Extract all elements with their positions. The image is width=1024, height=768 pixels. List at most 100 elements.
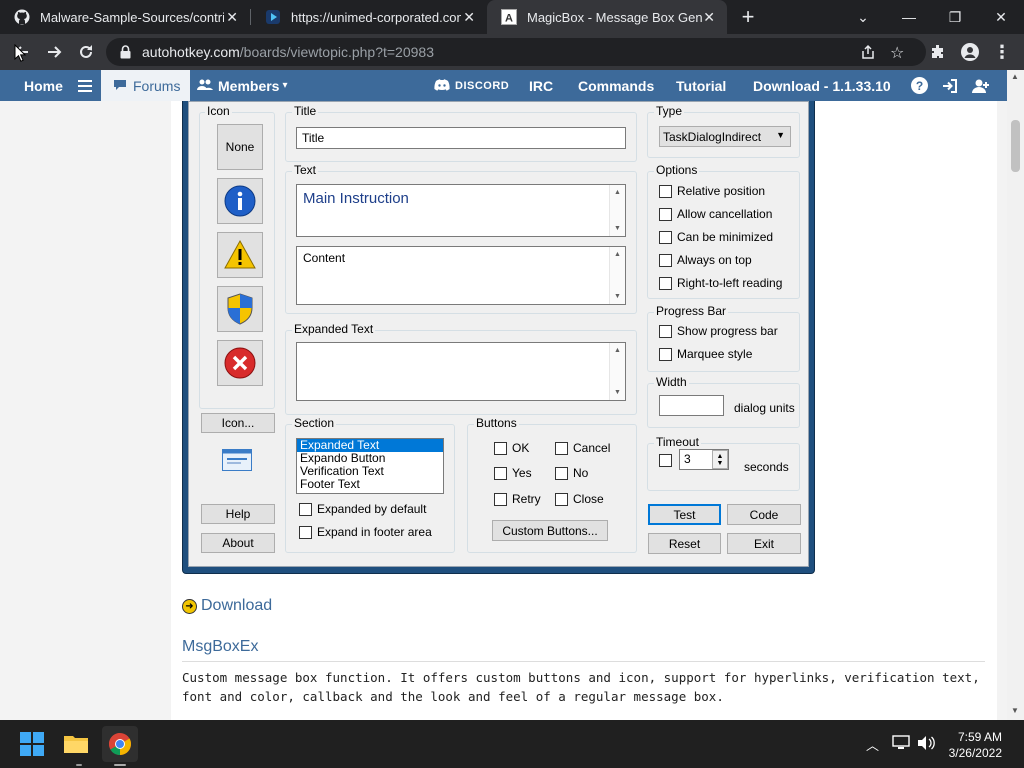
share-icon[interactable] [860,44,876,65]
nav-commands[interactable]: Commands [578,70,654,101]
checkbox-box[interactable] [299,502,312,516]
checkbox-box[interactable] [555,492,568,506]
minimize-icon[interactable]: — [886,0,932,34]
retry-checkbox[interactable]: Retry [494,492,541,506]
width-input[interactable] [659,395,724,416]
nav-tutorial[interactable]: Tutorial [676,70,726,101]
section-listbox[interactable]: Expanded Text Expando Button Verificatio… [296,438,444,494]
checkbox-box[interactable] [494,492,507,506]
nav-forums[interactable]: Forums [101,70,191,101]
cancel-checkbox[interactable]: Cancel [555,441,610,455]
checkbox-box[interactable] [659,184,672,198]
test-button[interactable]: Test [648,504,721,525]
close-icon[interactable]: ✕ [463,9,475,26]
right-to-left-checkbox[interactable]: Right-to-left reading [659,276,782,290]
chrome-icon[interactable] [102,726,138,762]
reload-icon[interactable] [72,38,100,66]
restore-icon[interactable]: ❐ [932,0,978,34]
checkbox-box[interactable] [659,253,672,267]
scroll-up-icon[interactable]: ▲ [1011,72,1019,81]
extensions-icon[interactable] [924,38,952,66]
register-icon[interactable] [972,70,990,101]
spin-down-icon[interactable]: ▼ [717,460,724,467]
title-input[interactable]: Title [296,127,626,149]
menu-icon[interactable]: ⋮ [988,38,1016,66]
login-icon[interactable] [942,70,958,101]
new-tab-button[interactable]: + [731,0,765,34]
icon-browse-button[interactable]: Icon... [201,413,275,433]
shield-icon[interactable] [217,286,263,332]
list-item[interactable]: Footer Text [297,478,443,491]
volume-icon[interactable] [917,735,935,756]
ok-checkbox[interactable]: OK [494,441,529,455]
info-icon[interactable] [217,178,263,224]
checkbox-box[interactable] [659,276,672,290]
help-icon[interactable]: ? [911,70,928,101]
nav-download[interactable]: Download - 1.1.33.10 [753,70,891,101]
lock-icon[interactable] [120,45,131,64]
tab-github[interactable]: Malware-Sample-Sources/contrib ✕ [0,0,250,34]
address-bar[interactable]: autohotkey.com/boards/viewtopic.php?t=20… [106,38,926,66]
checkbox-box[interactable] [555,466,568,480]
no-checkbox[interactable]: No [555,466,588,480]
network-icon[interactable] [892,735,910,756]
error-icon[interactable] [217,340,263,386]
warning-icon[interactable] [217,232,263,278]
expand-in-footer-checkbox[interactable]: Expand in footer area [299,525,432,539]
relative-position-checkbox[interactable]: Relative position [659,184,765,198]
show-progress-bar-checkbox[interactable]: Show progress bar [659,324,778,338]
checkbox-box[interactable] [659,207,672,221]
spin-up-icon[interactable]: ▲ [717,453,724,460]
code-button[interactable]: Code [727,504,801,525]
nav-members[interactable]: Members ▾ [197,70,288,101]
checkbox-box[interactable] [659,230,672,244]
exit-button[interactable]: Exit [727,533,801,554]
nav-irc[interactable]: IRC [529,70,553,101]
download-link[interactable]: ➜ Download [182,597,272,615]
system-clock[interactable]: 7:59 AM 3/26/2022 [938,729,1002,761]
file-explorer-icon[interactable] [58,726,94,762]
close-window-icon[interactable]: ✕ [978,0,1024,34]
tab-search-icon[interactable]: ⌄ [840,0,886,34]
checkbox-box[interactable] [299,525,312,539]
allow-cancellation-checkbox[interactable]: Allow cancellation [659,207,772,221]
yes-checkbox[interactable]: Yes [494,466,532,480]
reset-button[interactable]: Reset [648,533,721,554]
tab-magicbox[interactable]: A MagicBox - Message Box Genera ✕ [487,0,727,34]
nav-home[interactable]: Home [24,70,63,101]
scrollbar-thumb[interactable] [1011,120,1020,172]
vertical-scrollbar[interactable]: ▲ ▼ [609,247,625,304]
close-checkbox[interactable]: Close [555,492,604,506]
main-instruction-field[interactable]: Main Instruction ▲ ▼ [296,184,626,237]
type-dropdown[interactable]: TaskDialogIndirect ▼ [659,126,791,147]
checkbox-box[interactable] [659,347,672,361]
icon-none-button[interactable]: None [217,124,263,170]
content-field[interactable]: Content ▲ ▼ [296,246,626,305]
page-scrollbar[interactable]: ▲ ▼ [1007,70,1024,720]
chevron-up-icon[interactable]: ︿ [866,735,879,754]
checkbox-box[interactable] [659,324,672,338]
checkbox-box[interactable] [555,441,568,455]
vertical-scrollbar[interactable]: ▲ ▼ [609,343,625,400]
custom-buttons-button[interactable]: Custom Buttons... [492,520,608,541]
tab-unimed[interactable]: https://unimed-corporated.com/ ✕ [251,0,487,34]
close-icon[interactable]: ✕ [703,9,715,26]
scroll-down-icon[interactable]: ▼ [1011,706,1019,715]
checkbox-box[interactable] [494,441,507,455]
forward-icon[interactable] [40,38,68,66]
checkbox-box[interactable] [494,466,507,480]
marquee-style-checkbox[interactable]: Marquee style [659,347,752,361]
checkbox-box[interactable] [659,454,672,467]
can-be-minimized-checkbox[interactable]: Can be minimized [659,230,773,244]
profile-icon[interactable] [956,38,984,66]
timeout-checkbox[interactable] [659,454,677,467]
vertical-scrollbar[interactable]: ▲ ▼ [609,185,625,236]
nav-discord[interactable]: DISCORD [434,70,509,101]
expanded-by-default-checkbox[interactable]: Expanded by default [299,502,426,516]
help-button[interactable]: Help [201,504,275,524]
about-button[interactable]: About [201,533,275,553]
timeout-spinner[interactable]: ▲ ▼ [712,450,728,469]
always-on-top-checkbox[interactable]: Always on top [659,253,752,267]
expanded-text-field[interactable]: ▲ ▼ [296,342,626,401]
windows-start-icon[interactable] [14,726,50,762]
